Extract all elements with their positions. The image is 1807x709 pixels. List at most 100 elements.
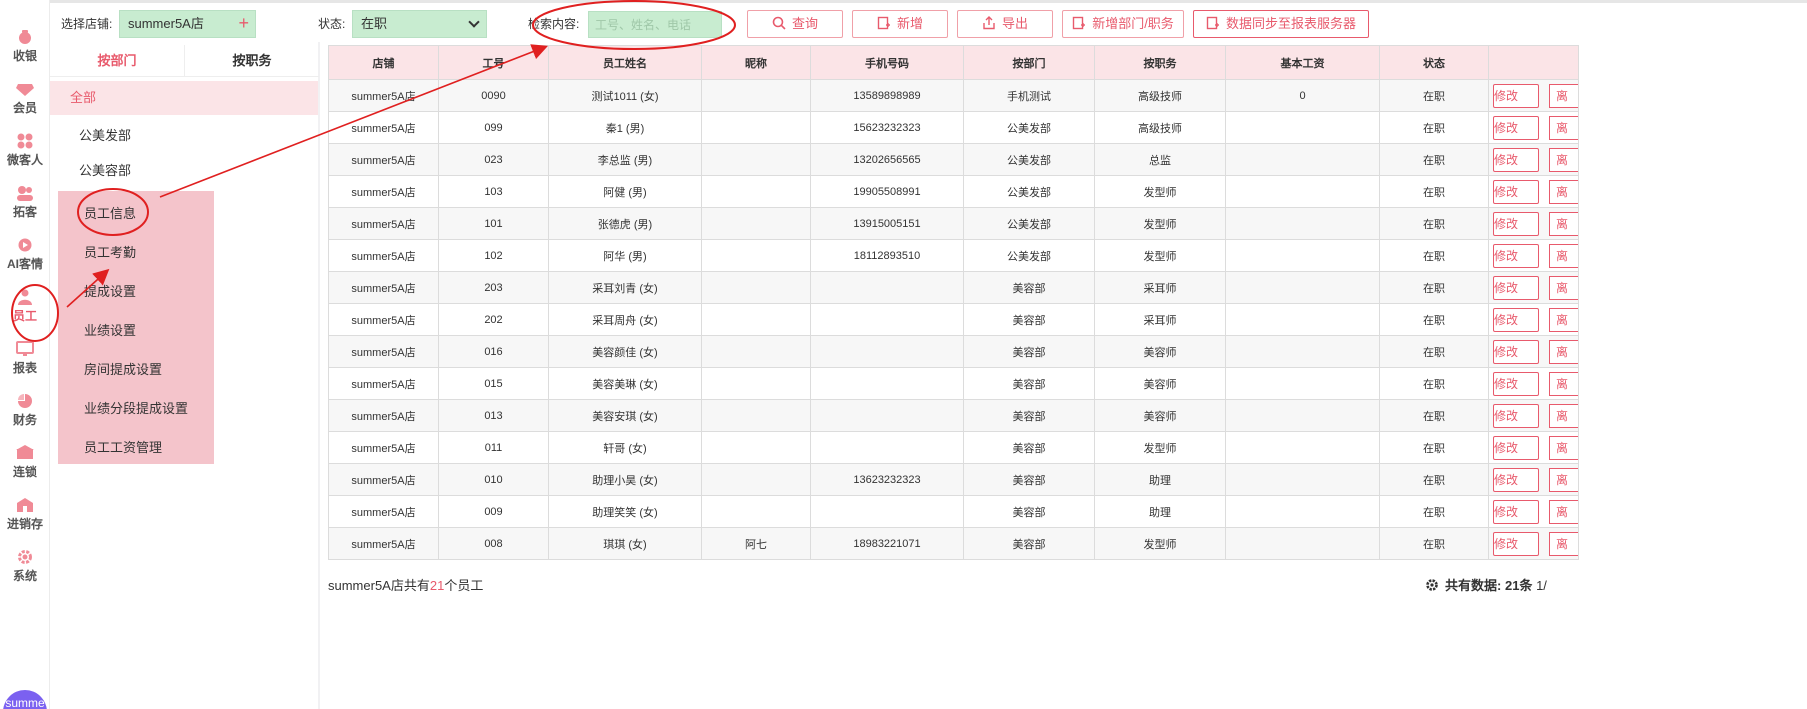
edit-button[interactable]: 修改 [1493,403,1539,428]
table-row[interactable]: summer5A店 010 助理小昊 (女) 13623232323 美容部 助理 在职 修改… [328,463,1579,496]
tab-by-dept[interactable]: 按部门 [50,45,184,77]
cell-name: 助理小昊 (女) [548,463,702,496]
dept-item-beauty[interactable]: 公美容部 [79,160,131,179]
cell-actions: 修改离 [1488,111,1579,144]
leave-button[interactable]: 离 [1549,84,1578,108]
table-row[interactable]: summer5A店 101 张德虎 (男) 13915005151 公美发部 发型师 在职修… [328,207,1579,240]
edit-button[interactable]: 修改 [1493,83,1539,108]
edit-button[interactable]: 修改 [1493,499,1539,524]
leave-button[interactable]: 离 [1549,404,1578,428]
leave-button[interactable]: 离 [1549,212,1578,236]
edit-button[interactable]: 修改 [1493,179,1539,204]
menu-item-staff-info[interactable]: 员工信息 [84,203,136,222]
export-button[interactable]: 导出 [957,10,1053,38]
leave-button[interactable]: 离 [1549,276,1578,300]
table-row[interactable]: summer5A店 011 轩哥 (女) 美容部 发型师 在职 修改离 [328,431,1579,464]
table-row[interactable]: summer5A店 016 美容颜佳 (女) 美容部 美容师 在职 修改离 [328,335,1579,368]
menu-item-performance[interactable]: 业绩设置 [84,320,136,339]
edit-button[interactable]: 修改 [1493,307,1539,332]
col-header-salary[interactable]: 基本工资 [1225,45,1380,80]
menu-item-attendance[interactable]: 员工考勤 [84,242,136,261]
menu-item-tiered-commission[interactable]: 业绩分段提成设置 [84,398,188,417]
menu-item-room-commission[interactable]: 房间提成设置 [84,359,162,378]
sync-button[interactable]: 数据同步至报表服务器 [1193,10,1369,38]
nav-item-cashier[interactable]: 收银 [0,26,50,76]
nav-item-finance[interactable]: 财务 [0,390,50,440]
edit-button[interactable]: 修改 [1493,531,1539,556]
table-row[interactable]: summer5A店 009 助理笑笑 (女) 美容部 助理 在职 修改离 [328,495,1579,528]
cell-role: 美容师 [1094,367,1226,400]
leave-button[interactable]: 离 [1549,532,1578,556]
gear-icon[interactable] [1425,578,1439,592]
edit-button[interactable]: 修改 [1493,243,1539,268]
search-input[interactable] [588,11,722,38]
nav-item-expand[interactable]: 拓客 [0,182,50,232]
edit-button[interactable]: 修改 [1493,275,1539,300]
col-header-dept[interactable]: 按部门 [963,45,1095,80]
leave-button[interactable]: 离 [1549,500,1578,524]
table-row[interactable]: summer5A店 202 采耳周舟 (女) 美容部 采耳师 在职 修改离 [328,303,1579,336]
add-button[interactable]: 新增 [852,10,948,38]
table-row[interactable]: summer5A店 102 阿华 (男) 18112893510 公美发部 发型师 在职 修改… [328,239,1579,272]
leave-button[interactable]: 离 [1549,180,1578,204]
nav-item-ai[interactable]: AI客情 [0,234,50,284]
col-header-store[interactable]: 店铺 [328,45,439,80]
table-row[interactable]: summer5A店 013 美容安琪 (女) 美容部 美容师 在职 修改离 [328,399,1579,432]
nav-item-inventory[interactable]: 进销存 [0,494,50,544]
cell-actions: 修改离 [1488,207,1579,240]
status-select[interactable]: 在职 [352,10,487,38]
edit-button[interactable]: 修改 [1493,115,1539,140]
col-header-role[interactable]: 按职务 [1094,45,1226,80]
table-row[interactable]: summer5A店 099 秦1 (男) 15623232323 公美发部 高级技师 在职修… [328,111,1579,144]
table-row[interactable]: summer5A店 103 阿健 (男) 19905508991 公美发部 发型师 在职 修改… [328,175,1579,208]
leave-button[interactable]: 离 [1549,468,1578,492]
leave-button[interactable]: 离 [1549,372,1578,396]
menu-item-commission[interactable]: 提成设置 [84,281,136,300]
edit-button[interactable]: 修改 [1493,339,1539,364]
nav-item-member[interactable]: 会员 [0,78,50,128]
cell-dept: 美容部 [963,335,1095,368]
cell-actions: 修改离 [1488,495,1579,528]
store-selector[interactable]: summer5A店 + [119,10,256,38]
table-row[interactable]: summer5A店 008 琪琪 (女) 阿七 18983221071 美容部 发型师 在职修… [328,527,1579,560]
staff-menu-flyout: 员工信息 员工考勤 提成设置 业绩设置 房间提成设置 业绩分段提成设置 员工工资… [58,191,214,464]
leave-button[interactable]: 离 [1549,436,1578,460]
table-row[interactable]: summer5A店 015 美容美琳 (女) 美容部 美容师 在职 修改离 [328,367,1579,400]
leave-button[interactable]: 离 [1549,116,1578,140]
cell-name: 李总监 (男) [548,143,702,176]
leave-button[interactable]: 离 [1549,148,1578,172]
status-value: 在职 [361,16,388,31]
table-row[interactable]: summer5A店 203 采耳刘青 (女) 美容部 采耳师 在职 修改离 [328,271,1579,304]
table-row[interactable]: summer5A店 023 李总监 (男) 13202656565 公美发部 总监 在职 修改… [328,143,1579,176]
avatar[interactable]: summe [3,690,47,709]
edit-button[interactable]: 修改 [1493,371,1539,396]
col-header-phone[interactable]: 手机号码 [810,45,964,80]
nav-item-guest[interactable]: 微客人 [0,130,50,180]
cell-status: 在职 [1379,239,1489,272]
col-header-status[interactable]: 状态 [1379,45,1489,80]
edit-button[interactable]: 修改 [1493,147,1539,172]
col-header-nickname[interactable]: 昵称 [701,45,811,80]
add-dept-button[interactable]: 新增部门/职务 [1062,10,1184,38]
nav-item-system[interactable]: 系统 [0,546,50,596]
query-button[interactable]: 查询 [747,10,843,38]
nav-item-staff[interactable]: 员工 [0,286,50,336]
menu-item-salary[interactable]: 员工工资管理 [84,437,162,456]
nav-item-report[interactable]: 报表 [0,338,50,388]
cell-nickname [701,175,811,208]
dept-item-all[interactable]: 全部 [50,81,318,115]
table-row[interactable]: summer5A店 0090 测试1011 (女) 13589898989 手机测试 高级… [328,79,1579,112]
edit-button[interactable]: 修改 [1493,467,1539,492]
leave-button[interactable]: 离 [1549,308,1578,332]
dept-item-hair[interactable]: 公美发部 [79,125,131,144]
edit-button[interactable]: 修改 [1493,435,1539,460]
leave-button[interactable]: 离 [1549,244,1578,268]
nav-item-chain[interactable]: 连锁 [0,442,50,492]
col-header-name[interactable]: 员工姓名 [548,45,702,80]
leave-button[interactable]: 离 [1549,340,1578,364]
add-store-icon[interactable]: + [238,11,249,35]
edit-button[interactable]: 修改 [1493,211,1539,236]
cell-status: 在职 [1379,207,1489,240]
col-header-id[interactable]: 工号 [438,45,549,80]
tab-by-role[interactable]: 按职务 [185,45,319,77]
